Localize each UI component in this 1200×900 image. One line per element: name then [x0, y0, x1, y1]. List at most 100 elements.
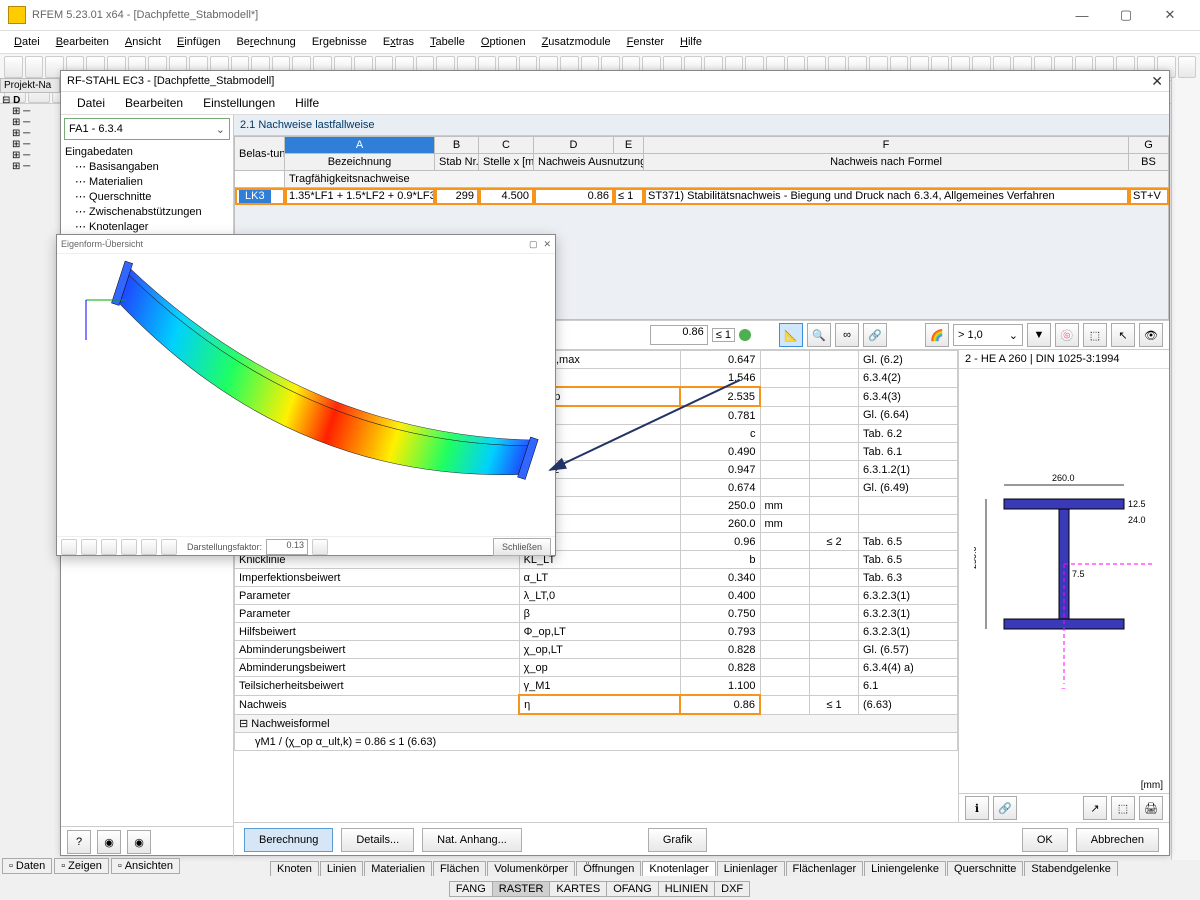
view-button[interactable]: 🔍	[807, 323, 831, 347]
filter-button[interactable]: ▼	[1027, 323, 1051, 347]
view-button[interactable]: 🔗	[863, 323, 887, 347]
toolbar-button[interactable]	[101, 539, 117, 555]
project-tree[interactable]: ⊟ D for(let i=0;i<6;i++)document.write('…	[0, 93, 60, 174]
eye-icon[interactable]: 👁	[1139, 323, 1163, 347]
col-header[interactable]: G	[1129, 137, 1169, 154]
view-button[interactable]: ∞	[835, 323, 859, 347]
minimize-button[interactable]: —	[1060, 1, 1104, 29]
tool-button[interactable]: 🍥	[1055, 323, 1079, 347]
tab[interactable]: Knotenlager	[642, 861, 715, 876]
tool-button[interactable]: ⬚	[1083, 323, 1107, 347]
menu-item[interactable]: Hilfe	[672, 34, 710, 50]
maximize-button[interactable]: ▢	[1104, 1, 1148, 29]
tab[interactable]: Volumenkörper	[487, 861, 575, 876]
nav-item[interactable]: ⋯ Materialien	[63, 174, 231, 189]
tool-button[interactable]: ⬚	[1111, 796, 1135, 820]
toolbar-button[interactable]	[312, 539, 328, 555]
calculate-button[interactable]: Berechnung	[244, 828, 333, 852]
menu-item[interactable]: Datei	[6, 34, 48, 50]
col-header[interactable]: E	[614, 137, 644, 154]
scale-combo[interactable]: > 1,0⌄	[953, 324, 1023, 346]
status-toggle[interactable]: OFANG	[606, 881, 659, 897]
status-toggle[interactable]: RASTER	[492, 881, 551, 897]
toolbar-button[interactable]	[1178, 56, 1197, 78]
nav-item[interactable]: ⋯ Knotenlager	[63, 219, 231, 234]
col-header[interactable]: C	[479, 137, 534, 154]
ok-button[interactable]: OK	[1022, 828, 1068, 852]
status-toggle[interactable]: KARTES	[549, 881, 607, 897]
close-button[interactable]: Schließen	[493, 538, 551, 556]
tab[interactable]: Linien	[320, 861, 363, 876]
table-row[interactable]: Parameterβ0.7506.3.2.3(1)	[235, 605, 958, 623]
tab[interactable]: Flächenlager	[786, 861, 864, 876]
menu-item[interactable]: Ansicht	[117, 34, 169, 50]
menu-item[interactable]: Hilfe	[285, 94, 329, 112]
tab[interactable]: Querschnitte	[947, 861, 1023, 876]
tab[interactable]: Knoten	[270, 861, 319, 876]
view-button[interactable]: 📐	[779, 323, 803, 347]
col-header[interactable]: D	[534, 137, 614, 154]
toolbar-button[interactable]	[61, 539, 77, 555]
menu-item[interactable]: Datei	[67, 94, 115, 112]
table-row[interactable]: LK3 1.35*LF1 + 1.5*LF2 + 0.9*LF3 299 4.5…	[235, 188, 1169, 205]
menu-item[interactable]: Fenster	[619, 34, 672, 50]
col-header[interactable]: A	[285, 137, 435, 154]
menu-item[interactable]: Zusatzmodule	[534, 34, 619, 50]
close-button[interactable]: ✕	[1148, 1, 1192, 29]
toolbar-button[interactable]	[161, 539, 177, 555]
toolbar-button[interactable]	[25, 56, 44, 78]
tab[interactable]: Stabendgelenke	[1024, 861, 1118, 876]
factor-input[interactable]: 0.13	[266, 539, 308, 555]
popup-close-icon[interactable]: ✕	[543, 239, 551, 250]
info-button[interactable]: ℹ	[965, 796, 989, 820]
nav-button[interactable]: ◉	[127, 830, 151, 854]
national-annex-button[interactable]: Nat. Anhang...	[422, 828, 522, 852]
menu-item[interactable]: Einfügen	[169, 34, 228, 50]
tab[interactable]: ▫Ansichten	[111, 858, 180, 874]
tool-button[interactable]: 🖨	[1139, 796, 1163, 820]
tab[interactable]: ▫Zeigen	[54, 858, 109, 874]
menu-item[interactable]: Berechnung	[228, 34, 303, 50]
case-combo[interactable]: FA1 - 6.3.4⌄	[64, 118, 230, 140]
graphics-button[interactable]: Grafik	[648, 828, 707, 852]
tab[interactable]: Materialien	[364, 861, 432, 876]
tab[interactable]: Liniengelenke	[864, 861, 946, 876]
help-button[interactable]: ?	[67, 830, 91, 854]
menu-item[interactable]: Ergebnisse	[304, 34, 375, 50]
table-row[interactable]: Parameterλ_LT,00.4006.3.2.3(1)	[235, 587, 958, 605]
tool-button[interactable]: ↖	[1111, 323, 1135, 347]
tab[interactable]: Flächen	[433, 861, 486, 876]
table-row[interactable]: Teilsicherheitsbeiwertγ_M11.1006.1	[235, 677, 958, 696]
status-toggle[interactable]: DXF	[714, 881, 750, 897]
menu-item[interactable]: Extras	[375, 34, 422, 50]
tab[interactable]: Linienlager	[717, 861, 785, 876]
popup-min-icon[interactable]: ▢	[529, 239, 538, 250]
status-toggle[interactable]: FANG	[449, 881, 493, 897]
menu-item[interactable]: Einstellungen	[193, 94, 285, 112]
navigator-tabs[interactable]: ▫Daten▫Zeigen▫Ansichten	[2, 858, 180, 874]
dialog-close-icon[interactable]: ✕	[1151, 73, 1163, 90]
table-row[interactable]: Nachweisη0.86≤ 1(6.63)	[235, 695, 958, 714]
nav-button[interactable]: ◉	[97, 830, 121, 854]
col-header[interactable]: B	[435, 137, 479, 154]
status-toggle[interactable]: HLINIEN	[658, 881, 715, 897]
toolbar-button[interactable]	[121, 539, 137, 555]
table-row[interactable]: Imperfektionsbeiwertα_LT0.340Tab. 6.3	[235, 569, 958, 587]
tool-button[interactable]: 🔗	[993, 796, 1017, 820]
table-row[interactable]: Abminderungsbeiwertχ_op0.8286.3.4(4) a)	[235, 659, 958, 677]
toolbar-button[interactable]	[4, 56, 23, 78]
nav-item[interactable]: ⋯ Basisangaben	[63, 159, 231, 174]
menu-item[interactable]: Bearbeiten	[115, 94, 193, 112]
toolbar-button[interactable]	[81, 539, 97, 555]
menu-item[interactable]: Tabelle	[422, 34, 473, 50]
toolbar-button[interactable]	[141, 539, 157, 555]
menu-item[interactable]: Bearbeiten	[48, 34, 117, 50]
menu-item[interactable]: Optionen	[473, 34, 534, 50]
table-tabs[interactable]: KnotenLinienMaterialienFlächenVolumenkör…	[270, 856, 1190, 876]
details-button[interactable]: Details...	[341, 828, 414, 852]
nav-item[interactable]: ⋯ Zwischenabstützungen	[63, 204, 231, 219]
tool-button[interactable]: ↗	[1083, 796, 1107, 820]
table-row[interactable]: Abminderungsbeiwertχ_op,LT0.828Gl. (6.57…	[235, 641, 958, 659]
tab[interactable]: ▫Daten	[2, 858, 52, 874]
table-row[interactable]: HilfsbeiwertΦ_op,LT0.7936.3.2.3(1)	[235, 623, 958, 641]
